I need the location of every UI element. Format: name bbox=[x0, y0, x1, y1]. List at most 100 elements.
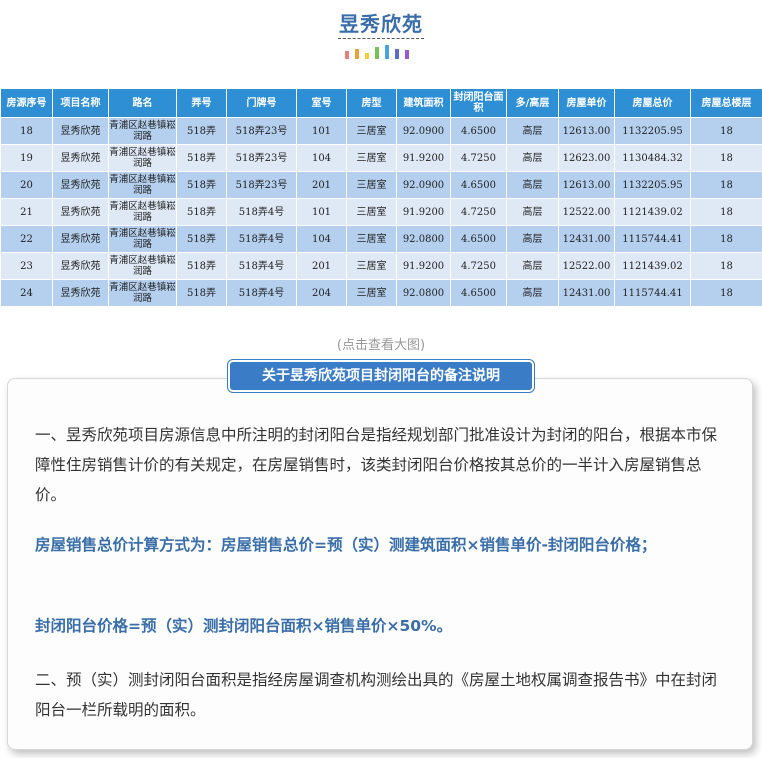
column-header: 室号 bbox=[296, 88, 347, 118]
table-cell: 三居室 bbox=[346, 117, 397, 145]
table-cell: 101 bbox=[296, 198, 347, 226]
table-cell: 青浦区赵巷镇崧润路 bbox=[108, 225, 177, 253]
table-cell: 高层 bbox=[506, 252, 559, 280]
table-cell: 三居室 bbox=[346, 144, 397, 172]
table-cell: 1130484.32 bbox=[614, 144, 691, 172]
table-row: 21 昱秀欣苑 青浦区赵巷镇崧润路 518弄 518弄4号 101 三居室 91.9200 4.… bbox=[0, 198, 762, 226]
table-cell: 518弄 bbox=[176, 144, 227, 172]
table-cell: 91.9200 bbox=[396, 252, 451, 280]
table-cell: 三居室 bbox=[346, 279, 397, 307]
table-cell: 22 bbox=[0, 225, 53, 253]
table-cell: 昱秀欣苑 bbox=[52, 252, 109, 280]
table-cell: 518弄23号 bbox=[226, 117, 297, 145]
table-cell: 204 bbox=[296, 279, 347, 307]
table-cell: 518弄4号 bbox=[226, 252, 297, 280]
table-cell: 1121439.02 bbox=[614, 252, 691, 280]
table-cell: 4.6500 bbox=[450, 225, 507, 253]
table-cell: 12522.00 bbox=[558, 198, 615, 226]
table-cell: 青浦区赵巷镇崧润路 bbox=[108, 117, 177, 145]
table-cell: 12623.00 bbox=[558, 144, 615, 172]
table-cell: 青浦区赵巷镇崧润路 bbox=[108, 279, 177, 307]
table-cell: 昱秀欣苑 bbox=[52, 117, 109, 145]
table-cell: 4.6500 bbox=[450, 117, 507, 145]
page-title: 昱秀欣苑 bbox=[339, 12, 423, 36]
table-cell: 三居室 bbox=[346, 252, 397, 280]
table-cell: 19 bbox=[0, 144, 53, 172]
note-formula-balcony-price: 封闭阳台价格=预（实）测封闭阳台面积×销售单价×50%。 bbox=[35, 617, 453, 635]
table-cell: 518弄23号 bbox=[226, 144, 297, 172]
table-cell: 青浦区赵巷镇崧润路 bbox=[108, 252, 177, 280]
color-bar bbox=[385, 45, 389, 59]
column-header: 路名 bbox=[108, 88, 177, 118]
table-cell: 昱秀欣苑 bbox=[52, 198, 109, 226]
table-cell: 12431.00 bbox=[558, 279, 615, 307]
table-cell: 91.9200 bbox=[396, 198, 451, 226]
table-cell: 4.7250 bbox=[450, 252, 507, 280]
table-cell: 201 bbox=[296, 171, 347, 199]
table-row: 24 昱秀欣苑 青浦区赵巷镇崧润路 518弄 518弄4号 204 三居室 92.0800 4.… bbox=[0, 279, 762, 307]
color-bar bbox=[365, 53, 369, 59]
table-cell: 昱秀欣苑 bbox=[52, 279, 109, 307]
table-cell: 青浦区赵巷镇崧润路 bbox=[108, 198, 177, 226]
table-cell: 青浦区赵巷镇崧润路 bbox=[108, 144, 177, 172]
color-bar bbox=[345, 51, 349, 59]
table-cell: 1115744.41 bbox=[614, 279, 691, 307]
table-cell: 518弄4号 bbox=[226, 279, 297, 307]
table-cell: 18 bbox=[690, 198, 762, 226]
table-cell: 101 bbox=[296, 117, 347, 145]
decorative-color-bars bbox=[345, 43, 417, 59]
table-cell: 21 bbox=[0, 198, 53, 226]
column-header: 房屋总楼层 bbox=[690, 88, 762, 118]
table-cell: 518弄 bbox=[176, 279, 227, 307]
table-cell: 518弄 bbox=[176, 171, 227, 199]
table-cell: 1132205.95 bbox=[614, 171, 691, 199]
note-paragraph-1: 一、昱秀欣苑项目房源信息中所注明的封闭阳台是指经规划部门批准设计为封闭的阳台，根… bbox=[35, 426, 718, 504]
table-cell: 104 bbox=[296, 144, 347, 172]
column-header: 房型 bbox=[346, 88, 397, 118]
table-cell: 高层 bbox=[506, 117, 559, 145]
table-cell: 12613.00 bbox=[558, 117, 615, 145]
table-cell: 18 bbox=[690, 225, 762, 253]
table-cell: 4.7250 bbox=[450, 198, 507, 226]
table-cell: 92.0800 bbox=[396, 225, 451, 253]
note-title-banner: 关于昱秀欣苑项目封闭阳台的备注说明 bbox=[230, 362, 532, 390]
table-cell: 24 bbox=[0, 279, 53, 307]
table-cell: 518弄 bbox=[176, 117, 227, 145]
table-row: 23 昱秀欣苑 青浦区赵巷镇崧润路 518弄 518弄4号 201 三居室 91.9200 4.… bbox=[0, 252, 762, 280]
table-cell: 12431.00 bbox=[558, 225, 615, 253]
table-cell: 青浦区赵巷镇崧润路 bbox=[108, 171, 177, 199]
table-cell: 昱秀欣苑 bbox=[52, 225, 109, 253]
color-bar bbox=[375, 47, 379, 59]
color-bar bbox=[405, 50, 409, 59]
table-cell: 518弄 bbox=[176, 252, 227, 280]
table-row: 20 昱秀欣苑 青浦区赵巷镇崧润路 518弄 518弄23号 201 三居室 92.0900 4… bbox=[0, 171, 762, 199]
column-header: 项目名称 bbox=[52, 88, 109, 118]
color-bar bbox=[395, 49, 399, 59]
table-cell: 1115744.41 bbox=[614, 225, 691, 253]
table-cell: 1121439.02 bbox=[614, 198, 691, 226]
table-cell: 昱秀欣苑 bbox=[52, 171, 109, 199]
table-cell: 518弄 bbox=[176, 225, 227, 253]
table-cell: 201 bbox=[296, 252, 347, 280]
table-row: 18 昱秀欣苑 青浦区赵巷镇崧润路 518弄 518弄23号 101 三居室 92.0900 4… bbox=[0, 117, 762, 145]
column-header: 门牌号 bbox=[226, 88, 297, 118]
column-header: 房屋单价 bbox=[558, 88, 615, 118]
table-cell: 92.0900 bbox=[396, 171, 451, 199]
housing-table: 房源序号 项目名称 路名 弄号 门牌号 室号 房型 建筑面积 封闭阳台面积 多/高层 房屋单价 房屋总… bbox=[0, 88, 762, 307]
table-cell: 高层 bbox=[506, 144, 559, 172]
table-cell: 高层 bbox=[506, 171, 559, 199]
note-paragraph-2: 二、预（实）测封闭阳台面积是指经房屋调查机构测绘出具的《房屋土地权属调查报告书》… bbox=[35, 671, 718, 719]
table-cell: 18 bbox=[690, 279, 762, 307]
table-cell: 18 bbox=[690, 144, 762, 172]
table-cell: 18 bbox=[690, 252, 762, 280]
table-cell: 518弄4号 bbox=[226, 225, 297, 253]
view-large-image-link[interactable]: (点击查看大图) bbox=[0, 334, 762, 353]
table-cell: 518弄4号 bbox=[226, 198, 297, 226]
table-cell: 高层 bbox=[506, 225, 559, 253]
table-cell: 91.9200 bbox=[396, 144, 451, 172]
table-cell: 4.6500 bbox=[450, 171, 507, 199]
table-cell: 18 bbox=[690, 171, 762, 199]
table-cell: 昱秀欣苑 bbox=[52, 144, 109, 172]
table-cell: 92.0900 bbox=[396, 117, 451, 145]
column-header: 弄号 bbox=[176, 88, 227, 118]
